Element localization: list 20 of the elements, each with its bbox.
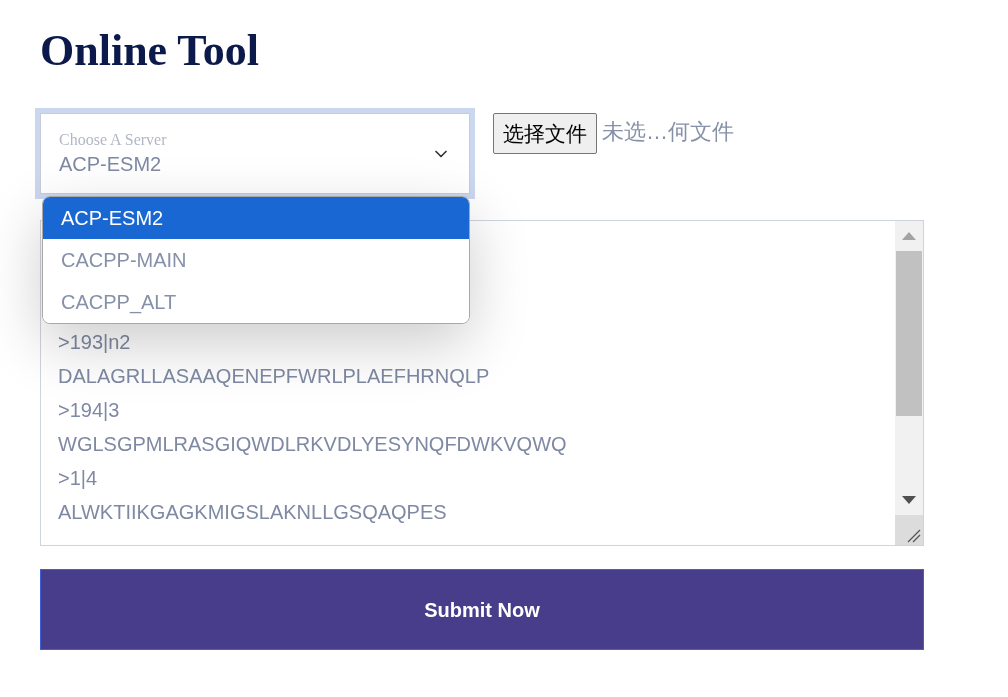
select-value: ACP-ESM2 (59, 151, 162, 177)
dropdown-option[interactable]: ACP-ESM2 (43, 197, 469, 239)
scroll-up-arrow-icon[interactable] (902, 232, 916, 240)
sequence-text-line: >1|4 (58, 466, 98, 491)
resize-grip-icon[interactable] (907, 529, 921, 543)
submit-button[interactable]: Submit Now (40, 569, 924, 650)
dropdown-option[interactable]: CACPP_ALT (43, 281, 469, 323)
file-status-text: 未选…何文件 (602, 118, 734, 146)
sequence-text-line: ALWKTIIKGAGKMIGSLAKNLLGSQAQPES (58, 500, 447, 525)
sequence-text-line: >194|3 (58, 398, 120, 423)
sequence-text-line: >193|n2 (58, 330, 131, 355)
select-label: Choose A Server (59, 129, 167, 150)
choose-file-button[interactable]: 选择文件 (493, 113, 597, 154)
sequence-text-line: DALAGRLLASAAQENEPFWRLPLAEFHRNQLP (58, 364, 490, 389)
page-title: Online Tool (40, 25, 259, 77)
dropdown-option[interactable]: CACPP-MAIN (43, 239, 469, 281)
scroll-down-arrow-icon[interactable] (902, 496, 916, 504)
scrollbar[interactable] (895, 221, 923, 545)
scrollbar-thumb[interactable] (896, 251, 922, 416)
sequence-text-line: WGLSGPMLRASGIQWDLRKVDLYESYNQFDWKVQWQ (58, 432, 567, 457)
